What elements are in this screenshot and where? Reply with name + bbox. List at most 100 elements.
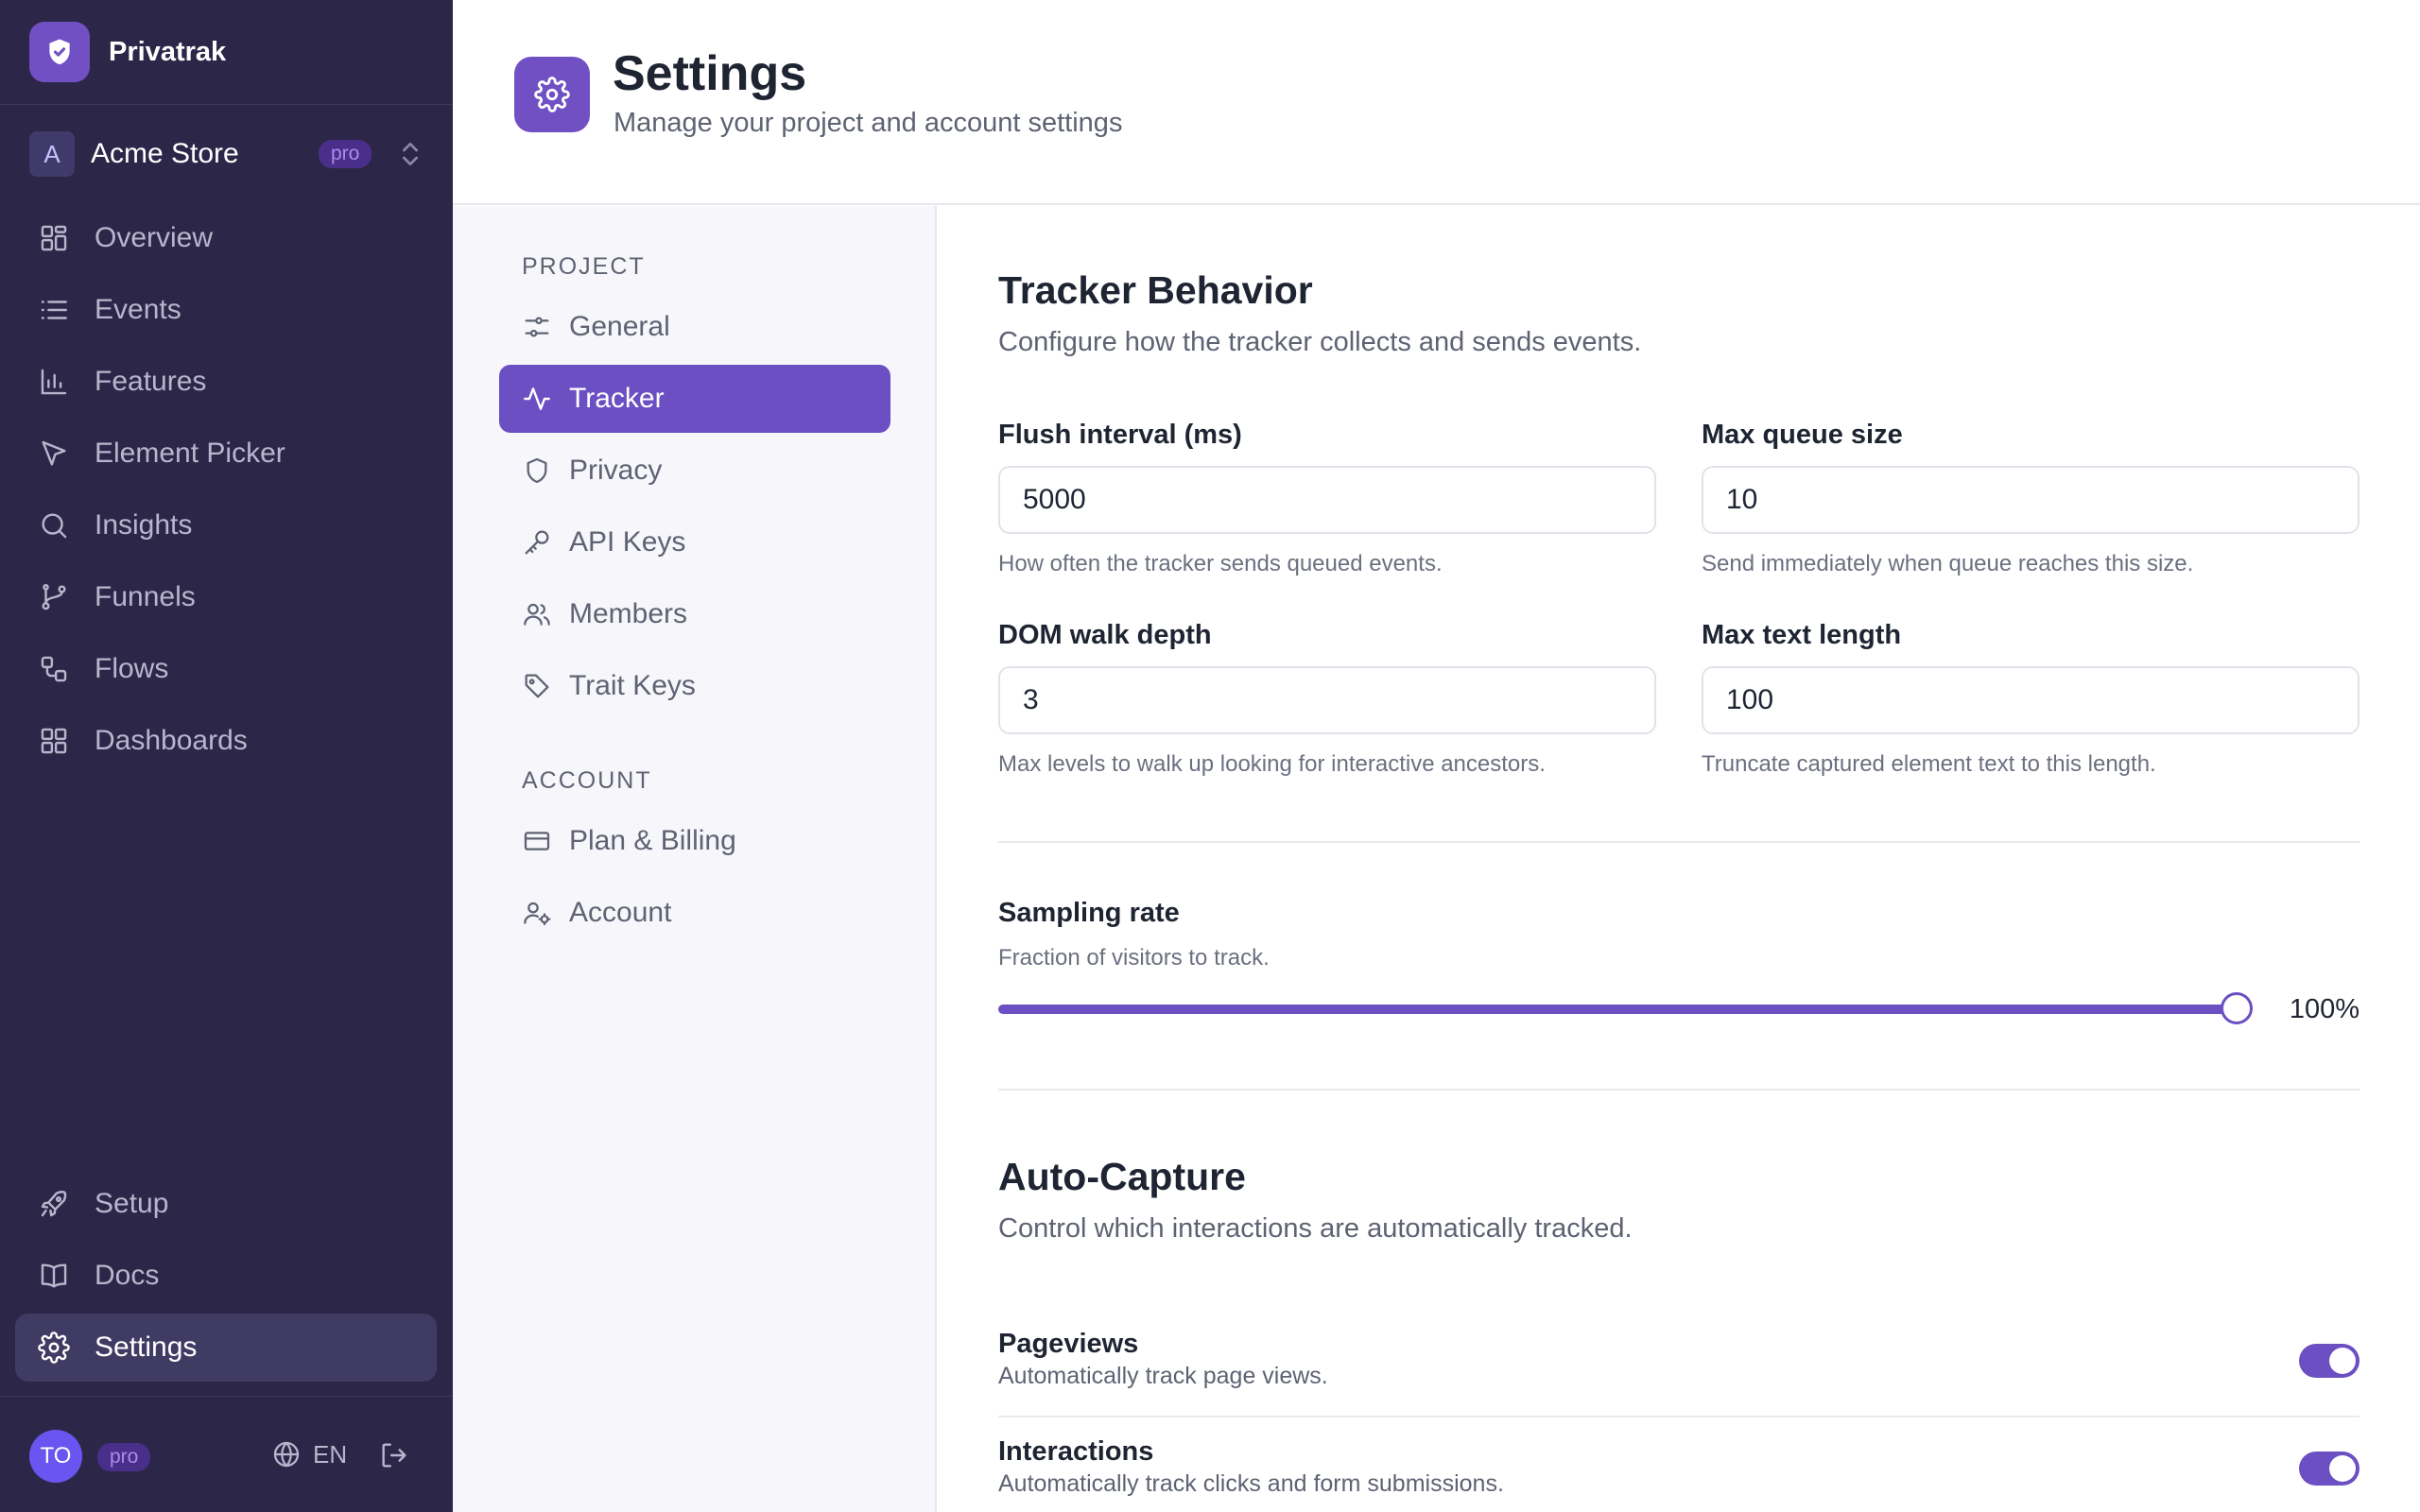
bar-chart-icon xyxy=(41,369,67,395)
sampling-rate-slider-thumb[interactable] xyxy=(2221,992,2253,1024)
sampling-rate-slider-track[interactable] xyxy=(998,1005,2238,1014)
settings-tab-label: General xyxy=(569,311,670,342)
search-icon xyxy=(42,513,67,539)
page-title: Settings xyxy=(613,46,807,101)
sidebar: Privatrak A Acme Store pro Overview Even… xyxy=(0,0,453,1512)
auto-capture-description: Control which interactions are automatic… xyxy=(998,1213,1633,1244)
sampling-rate-help: Fraction of visitors to track. xyxy=(998,945,1270,971)
settings-tab-tracker[interactable]: Tracker xyxy=(499,365,890,433)
nav-item-label: Events xyxy=(95,294,182,325)
nav-item-funnels[interactable]: Funnels xyxy=(15,563,437,631)
nav-item-events[interactable]: Events xyxy=(15,276,437,344)
nav-item-docs[interactable]: Docs xyxy=(15,1242,437,1310)
nav-item-insights[interactable]: Insights xyxy=(15,491,437,559)
sidebar-footer: TO pro EN xyxy=(0,1396,453,1512)
shield-check-icon xyxy=(29,22,90,82)
brand[interactable]: Privatrak xyxy=(0,0,453,105)
page-subtitle: Manage your project and account settings xyxy=(614,108,1123,138)
grid-icon xyxy=(41,225,67,251)
nav-item-flows[interactable]: Flows xyxy=(15,635,437,703)
interactions-toggle[interactable] xyxy=(2299,1452,2360,1486)
gear-icon xyxy=(38,1332,70,1364)
chevron-up-down-icon xyxy=(403,143,418,165)
page-header: Settings Manage your project and account… xyxy=(453,0,2420,205)
nav-item-label: Docs xyxy=(95,1260,160,1291)
settings-gear-icon xyxy=(514,57,590,132)
globe-icon xyxy=(273,1441,300,1468)
git-branch-icon xyxy=(42,584,66,610)
nav-item-label: Element Picker xyxy=(95,438,285,469)
rocket-icon xyxy=(41,1191,67,1217)
cursor-icon xyxy=(42,440,66,466)
project-name: Acme Store xyxy=(91,138,239,169)
settings-menu: PROJECT General Tracker Privacy API Keys… xyxy=(453,206,937,1512)
tracker-behavior-title: Tracker Behavior xyxy=(998,268,1313,312)
pageviews-help: Automatically track page views. xyxy=(998,1363,1328,1389)
settings-tab-api-keys[interactable]: API Keys xyxy=(499,508,890,576)
nav-item-settings[interactable]: Settings xyxy=(15,1314,437,1382)
settings-tab-trait-keys[interactable]: Trait Keys xyxy=(499,652,890,720)
settings-tab-label: Plan & Billing xyxy=(569,825,736,856)
nav-item-features[interactable]: Features xyxy=(15,348,437,416)
plan-badge: pro xyxy=(319,140,372,168)
credit-card-icon xyxy=(524,832,550,850)
nav-item-setup[interactable]: Setup xyxy=(15,1170,437,1238)
settings-content: Tracker Behavior Configure how the track… xyxy=(938,206,2420,1512)
plan-badge: pro xyxy=(97,1443,151,1471)
nav-item-element-picker[interactable]: Element Picker xyxy=(15,420,437,488)
avatar[interactable]: TO xyxy=(29,1430,82,1483)
project-switcher[interactable]: A Acme Store pro xyxy=(29,128,426,180)
row-divider xyxy=(998,1416,2360,1418)
max-queue-size-help: Send immediately when queue reaches this… xyxy=(1702,551,2194,576)
main-nav: Overview Events Features Element Picker … xyxy=(15,204,437,779)
nav-item-overview[interactable]: Overview xyxy=(15,204,437,272)
section-divider xyxy=(998,841,2360,843)
max-queue-size-label: Max queue size xyxy=(1702,420,1903,450)
bottom-nav: Setup Docs Settings xyxy=(15,1170,437,1385)
dom-walk-depth-input[interactable] xyxy=(998,666,1656,734)
sampling-rate-value: 100% xyxy=(2289,994,2360,1024)
max-text-length-input[interactable] xyxy=(1702,666,2360,734)
nav-item-label: Setup xyxy=(95,1188,169,1219)
max-text-length-help: Truncate captured element text to this l… xyxy=(1702,751,2156,777)
menu-section-account: ACCOUNT xyxy=(522,767,652,794)
key-icon xyxy=(525,530,549,555)
users-icon xyxy=(524,603,550,626)
settings-tab-members[interactable]: Members xyxy=(499,580,890,648)
flush-interval-help: How often the tracker sends queued event… xyxy=(998,551,1443,576)
nav-item-label: Features xyxy=(95,366,207,397)
menu-section-project: PROJECT xyxy=(522,253,646,280)
settings-tab-plan-billing[interactable]: Plan & Billing xyxy=(499,807,890,875)
settings-tab-account[interactable]: Account xyxy=(499,879,890,947)
settings-tab-label: Trait Keys xyxy=(569,670,696,701)
nav-item-dashboards[interactable]: Dashboards xyxy=(15,707,437,775)
tracker-behavior-description: Configure how the tracker collects and s… xyxy=(998,327,1642,357)
settings-tab-label: Tracker xyxy=(569,383,665,414)
user-cog-icon xyxy=(524,902,551,926)
nav-item-label: Settings xyxy=(95,1332,198,1363)
dom-walk-depth-label: DOM walk depth xyxy=(998,620,1212,650)
max-text-length-label: Max text length xyxy=(1702,620,1902,650)
settings-tab-label: API Keys xyxy=(569,526,686,558)
interactions-label: Interactions xyxy=(998,1436,1154,1467)
sampling-rate-label: Sampling rate xyxy=(998,898,1180,928)
settings-tab-privacy[interactable]: Privacy xyxy=(499,437,890,505)
book-icon xyxy=(41,1263,67,1288)
max-queue-size-input[interactable] xyxy=(1702,466,2360,534)
activity-icon xyxy=(524,387,550,410)
flush-interval-label: Flush interval (ms) xyxy=(998,420,1242,450)
dashboard-icon xyxy=(41,728,67,754)
settings-tab-label: Account xyxy=(569,897,672,928)
flush-interval-input[interactable] xyxy=(998,466,1656,534)
logout-icon[interactable] xyxy=(378,1439,410,1471)
sliders-icon xyxy=(525,317,549,337)
settings-tab-general[interactable]: General xyxy=(499,293,890,361)
settings-tab-label: Members xyxy=(569,598,688,629)
pageviews-toggle[interactable] xyxy=(2299,1344,2360,1378)
language-switcher[interactable]: EN xyxy=(271,1439,347,1469)
pageviews-label: Pageviews xyxy=(998,1329,1139,1359)
section-divider xyxy=(998,1089,2360,1091)
flow-icon xyxy=(41,656,67,682)
tag-icon xyxy=(525,674,549,698)
dom-walk-depth-help: Max levels to walk up looking for intera… xyxy=(998,751,1546,777)
